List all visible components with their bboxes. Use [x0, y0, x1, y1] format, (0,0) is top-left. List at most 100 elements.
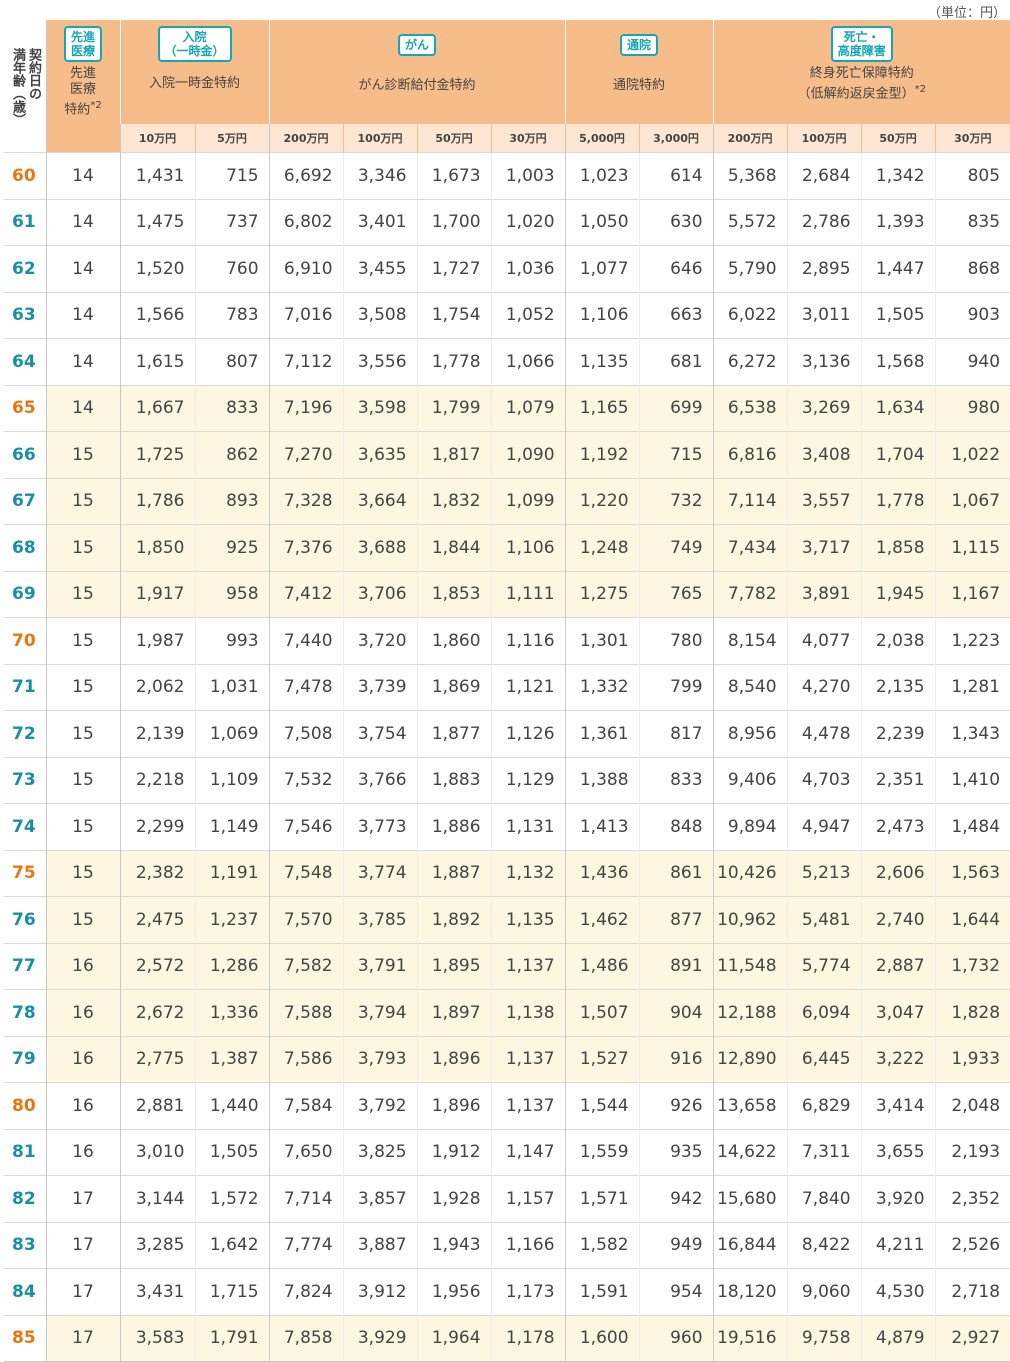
premium-cell: 4,879	[860, 1314, 936, 1362]
age-cell: 84	[4, 1268, 46, 1315]
premium-cell: 3,635	[342, 431, 418, 478]
premium-cell: 6,816	[712, 431, 788, 478]
premium-cell: 862	[194, 431, 270, 478]
table-row: 79 16 2,775 1,387 7,586 3,793 1,896 1,137 1,527 9…	[4, 1035, 1010, 1083]
premium-cell: 5,213	[786, 849, 862, 897]
advanced-medical-cell: 15	[45, 570, 120, 618]
premium-cell: 1,116	[490, 617, 566, 664]
premium-cell: 6,692	[268, 152, 344, 199]
premium-cell: 1,486	[564, 942, 640, 990]
premium-cell: 630	[638, 198, 714, 246]
premium-cell: 2,672	[119, 989, 195, 1036]
premium-cell: 4,270	[786, 663, 862, 711]
premium-cell: 1,138	[490, 989, 566, 1036]
age-cell: 62	[4, 245, 46, 292]
age-cell: 69	[4, 570, 46, 618]
premium-cell: 7,440	[268, 617, 344, 664]
premium-cell: 780	[638, 617, 714, 664]
sub-header-cell: 10万円	[119, 124, 195, 153]
premium-cell: 3,766	[342, 756, 418, 804]
sub-header-cell: 200万円	[268, 124, 344, 153]
premium-cell: 1,191	[194, 849, 270, 897]
premium-cell: 8,154	[712, 617, 788, 664]
premium-cell: 1,077	[564, 245, 640, 292]
premium-cell: 1,137	[490, 942, 566, 990]
age-cell: 68	[4, 524, 46, 571]
premium-cell: 7,114	[712, 477, 788, 525]
premium-cell: 1,667	[119, 384, 195, 432]
premium-cell: 9,406	[712, 756, 788, 804]
premium-cell: 3,794	[342, 989, 418, 1036]
unit-label: （単位：円）	[927, 6, 1006, 21]
group-name-death: 終身死亡保障特約 （低解約返戻金型）*2	[714, 66, 1010, 102]
premium-cell: 3,431	[119, 1268, 195, 1315]
premium-cell: 12,188	[712, 989, 788, 1036]
note-marker: *2	[914, 84, 926, 95]
premium-cell: 12,890	[712, 1035, 788, 1083]
premium-cell: 7,774	[268, 1221, 344, 1269]
table-row: 64 14 1,615 807 7,112 3,556 1,778 1,066 1,135 681…	[4, 338, 1010, 385]
premium-cell: 1,566	[119, 291, 195, 339]
group-header-hospitalization: 入院 （一時金） 入院一時金特約	[119, 20, 270, 124]
premium-cell: 1,844	[416, 524, 492, 571]
premium-cell: 2,786	[786, 198, 862, 246]
premium-cell: 2,299	[119, 803, 195, 850]
premium-cell: 1,052	[490, 291, 566, 339]
premium-cell: 1,615	[119, 338, 195, 385]
age-cell: 71	[4, 663, 46, 711]
premium-cell: 1,572	[194, 1175, 270, 1222]
premium-cell: 1,237	[194, 896, 270, 943]
premium-cell: 7,782	[712, 570, 788, 618]
sub-header-cell: 5万円	[194, 124, 270, 153]
premium-cell: 1,883	[416, 756, 492, 804]
advanced-medical-cell: 15	[45, 431, 120, 478]
premium-cell: 7,714	[268, 1175, 344, 1222]
advanced-medical-cell: 17	[45, 1268, 120, 1315]
table-row: 60 14 1,431 715 6,692 3,346 1,673 1,003 1,023 614…	[4, 152, 1010, 199]
premium-cell: 1,634	[860, 384, 936, 432]
age-cell: 66	[4, 431, 46, 478]
premium-cell: 2,475	[119, 896, 195, 943]
sub-header-cell: 50万円	[860, 124, 936, 153]
premium-cell: 3,664	[342, 477, 418, 525]
premium-cell: 7,270	[268, 431, 344, 478]
premium-cell: 1,527	[564, 1035, 640, 1083]
premium-cell: 1,115	[934, 524, 1010, 571]
advanced-medical-cell: 15	[45, 710, 120, 757]
table-row: 70 15 1,987 993 7,440 3,720 1,860 1,116 1,301 780…	[4, 617, 1010, 664]
premium-cell: 7,532	[268, 756, 344, 804]
premium-cell: 848	[638, 803, 714, 850]
premium-cell: 2,526	[934, 1221, 1010, 1269]
premium-cell: 1,131	[490, 803, 566, 850]
advanced-medical-cell: 15	[45, 477, 120, 525]
premium-cell: 1,248	[564, 524, 640, 571]
premium-cell: 11,548	[712, 942, 788, 990]
premium-cell: 805	[934, 152, 1010, 199]
advanced-medical-cell: 16	[45, 942, 120, 990]
premium-cell: 7,112	[268, 338, 344, 385]
premium-cell: 1,582	[564, 1221, 640, 1269]
age-cell: 64	[4, 338, 46, 385]
premium-cell: 1,157	[490, 1175, 566, 1222]
premium-cell: 7,824	[268, 1268, 344, 1315]
premium-cell: 16,844	[712, 1221, 788, 1269]
age-cell: 63	[4, 291, 46, 339]
table-row: 65 14 1,667 833 7,196 3,598 1,799 1,079 1,165 699…	[4, 384, 1010, 432]
age-cell: 75	[4, 849, 46, 897]
premium-cell: 6,022	[712, 291, 788, 339]
premium-cell: 3,785	[342, 896, 418, 943]
premium-cell: 10,426	[712, 849, 788, 897]
age-cell: 85	[4, 1314, 46, 1362]
sub-header-cell: 200万円	[712, 124, 788, 153]
premium-cell: 1,928	[416, 1175, 492, 1222]
premium-cell: 1,301	[564, 617, 640, 664]
premium-cell: 993	[194, 617, 270, 664]
premium-cell: 1,173	[490, 1268, 566, 1315]
premium-cell: 2,352	[934, 1175, 1010, 1222]
premium-cell: 737	[194, 198, 270, 246]
premium-cell: 1,431	[119, 152, 195, 199]
premium-cell: 1,121	[490, 663, 566, 711]
premium-cell: 1,505	[194, 1128, 270, 1176]
premium-cell: 18,120	[712, 1268, 788, 1315]
table-row: 72 15 2,139 1,069 7,508 3,754 1,877 1,126 1,361 8…	[4, 710, 1010, 757]
